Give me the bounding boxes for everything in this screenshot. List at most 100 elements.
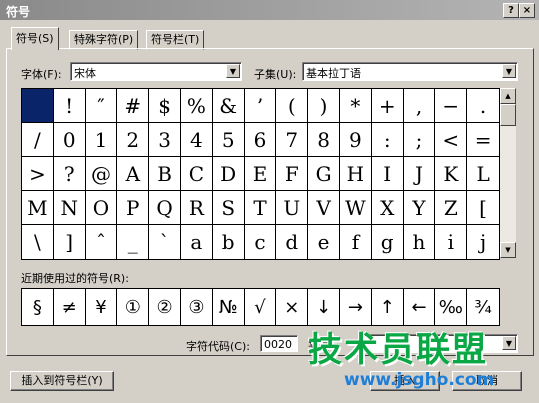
symbol-cell[interactable]: ! [53,89,86,123]
symbol-cell[interactable]: 5 [212,123,245,157]
chevron-down-icon[interactable]: ▼ [502,64,516,78]
symbol-cell[interactable]: ? [53,157,86,191]
symbol-cell[interactable]: Z [435,191,468,225]
symbol-cell[interactable]: F [276,157,309,191]
symbol-cell[interactable]: ˆ [86,225,118,259]
symbol-cell[interactable]: 2 [117,123,150,157]
recent-symbol-cell[interactable]: § [22,289,54,325]
symbol-cell[interactable]: c [245,225,277,259]
recent-symbol-cell[interactable]: ¾ [467,289,499,325]
symbol-cell[interactable]: Y [403,191,436,225]
symbol-cell[interactable]: j [467,225,499,259]
symbol-cell[interactable]: < [435,123,468,157]
symbol-cell[interactable]: − [435,89,468,123]
symbol-cell[interactable]: f [340,225,372,259]
symbol-cell[interactable]: B [149,157,181,191]
symbol-cell[interactable]: J [403,157,436,191]
scroll-up-icon[interactable]: ▲ [500,88,516,104]
symbol-cell[interactable]: I [371,157,404,191]
symbol-cell[interactable]: * [339,89,372,123]
symbol-cell[interactable]: [ [467,191,499,225]
symbol-cell[interactable]: g [372,225,404,259]
recent-symbol-cell[interactable]: ← [404,289,436,325]
symbol-cell[interactable]: H [339,157,372,191]
recent-symbol-cell[interactable]: ≠ [54,289,86,325]
symbol-cell[interactable]: A [117,157,150,191]
recent-symbol-cell[interactable]: ↑ [372,289,404,325]
symbol-cell[interactable]: i [435,225,468,259]
symbol-cell[interactable]: ˋ [149,225,181,259]
symbol-cell[interactable]: % [180,89,213,123]
insert-to-symbol-bar-button[interactable]: 插入到符号栏(Y) [10,371,114,391]
recent-symbol-cell[interactable]: ↓ [308,289,340,325]
symbol-cell[interactable]: \ [22,225,54,259]
tab-special-characters[interactable]: 特殊字符(P) [69,30,139,50]
symbol-cell[interactable]: & [212,89,245,123]
insert-button[interactable]: 插入 [370,371,440,391]
symbol-cell[interactable]: V [308,191,340,225]
symbol-cell[interactable]: a [181,225,213,259]
recent-symbol-cell[interactable]: ¥ [86,289,118,325]
symbol-cell[interactable]: 1 [85,123,118,157]
symbol-cell[interactable]: ; [403,123,436,157]
help-button[interactable]: ? [503,3,519,18]
symbol-cell[interactable]: W [339,191,372,225]
symbol-cell[interactable]: / [22,123,54,157]
symbol-cell[interactable]: N [53,191,86,225]
symbol-cell[interactable] [22,89,54,123]
symbol-cell[interactable]: P [117,191,150,225]
symbol-cell[interactable]: @ [85,157,118,191]
tab-symbols[interactable]: 符号(S) [11,27,59,50]
symbol-cell[interactable]: D [212,157,245,191]
symbol-cell[interactable]: 3 [149,123,181,157]
symbol-cell[interactable]: ( [276,89,309,123]
symbol-cell[interactable]: + [371,89,404,123]
symbol-cell[interactable]: R [180,191,213,225]
symbol-cell[interactable]: S [212,191,245,225]
symbol-cell[interactable]: G [308,157,340,191]
chevron-down-icon[interactable]: ▼ [226,64,240,78]
symbol-cell[interactable]: d [276,225,309,259]
recent-symbol-cell[interactable]: × [276,289,309,325]
recent-symbol-cell[interactable]: √ [245,289,277,325]
cancel-button[interactable]: 取消 [452,371,522,391]
symbol-cell[interactable]: 4 [180,123,213,157]
symbol-cell[interactable]: : [371,123,404,157]
symbol-cell[interactable]: . [467,89,499,123]
from-select[interactable]: ▼ [362,334,518,353]
symbol-cell[interactable]: T [244,191,277,225]
symbol-cell[interactable]: E [244,157,277,191]
symbol-cell[interactable]: , [403,89,436,123]
recent-symbol-cell[interactable]: ③ [181,289,213,325]
symbol-cell[interactable]: ] [54,225,86,259]
symbol-cell[interactable]: 6 [244,123,277,157]
symbol-cell[interactable]: M [22,191,54,225]
symbol-cell[interactable]: b [213,225,245,259]
scroll-thumb[interactable] [500,104,516,126]
symbol-cell[interactable]: 8 [308,123,340,157]
close-button[interactable]: × [519,3,535,18]
symbol-cell[interactable]: ″ [85,89,118,123]
symbol-cell[interactable]: Q [149,191,181,225]
symbol-cell[interactable]: X [371,191,404,225]
symbol-cell[interactable]: = [467,123,499,157]
symbol-cell[interactable]: U [276,191,309,225]
symbol-scrollbar[interactable]: ▲ ▼ [500,88,516,258]
symbol-cell[interactable]: 9 [339,123,372,157]
recent-symbol-cell[interactable]: → [340,289,372,325]
char-code-input[interactable]: 0020 [260,335,298,352]
recent-symbol-cell[interactable]: ② [149,289,181,325]
recent-symbol-cell[interactable]: № [213,289,245,325]
symbol-cell[interactable]: 7 [276,123,309,157]
symbol-cell[interactable]: ) [308,89,340,123]
symbol-cell[interactable]: 0 [53,123,86,157]
symbol-cell[interactable]: ’ [244,89,277,123]
symbol-cell[interactable]: > [22,157,54,191]
symbol-cell[interactable]: h [404,225,436,259]
symbol-cell[interactable]: $ [149,89,181,123]
symbol-cell[interactable]: O [85,191,118,225]
symbol-cell[interactable]: # [117,89,150,123]
tab-symbol-bar[interactable]: 符号栏(T) [146,30,205,50]
symbol-cell[interactable]: e [308,225,340,259]
symbol-cell[interactable]: L [467,157,499,191]
